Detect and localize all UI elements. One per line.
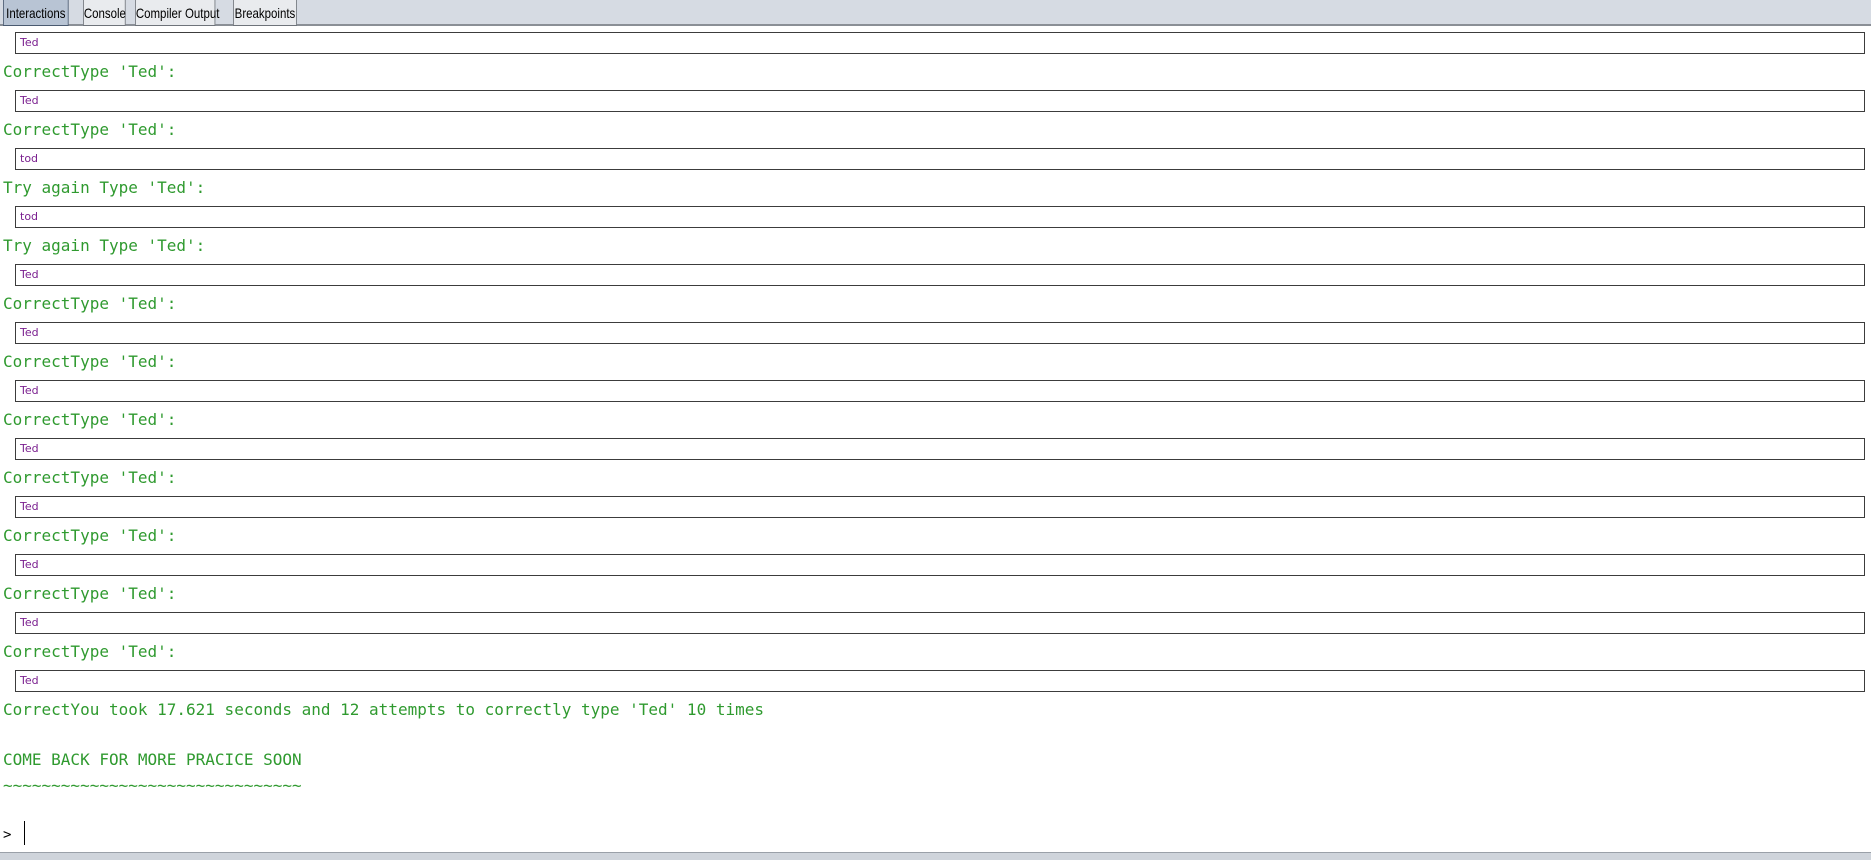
output-line: CorrectType 'Ted': (3, 120, 177, 139)
output-line: Try again Type 'Ted': (3, 236, 206, 255)
input-line: tod (15, 148, 1865, 170)
output-line: CorrectType 'Ted': (3, 642, 177, 661)
tilde-line: ~~~~~~~~~~~~~~~~~~~~~~~~~~~~~~~ (3, 776, 302, 795)
output-line: CorrectType 'Ted': (3, 468, 177, 487)
input-line: Ted (15, 670, 1865, 692)
tab-interactions[interactable]: Interactions (3, 0, 69, 26)
output-line: CorrectType 'Ted': (3, 584, 177, 603)
input-line: Ted (15, 496, 1865, 518)
output-line: CorrectType 'Ted': (3, 62, 177, 81)
input-line: tod (15, 206, 1865, 228)
pane-bottom-border (0, 852, 1871, 860)
input-line: Ted (15, 438, 1865, 460)
output-line: Try again Type 'Ted': (3, 178, 206, 197)
prompt-symbol: > (3, 827, 12, 843)
output-line: CorrectType 'Ted': (3, 526, 177, 545)
input-line: Ted (15, 322, 1865, 344)
input-line: Ted (15, 554, 1865, 576)
farewell-line: COME BACK FOR MORE PRACICE SOON (3, 750, 302, 769)
input-line: Ted (15, 32, 1865, 54)
tab-bar: Interactions Console Compiler Output Bre… (0, 0, 1871, 26)
tab-compiler-output[interactable]: Compiler Output (135, 0, 219, 26)
input-line: Ted (15, 612, 1865, 634)
output-line: CorrectType 'Ted': (3, 410, 177, 429)
tab-console[interactable]: Console (83, 0, 126, 26)
output-line: CorrectType 'Ted': (3, 294, 177, 313)
output-line: CorrectType 'Ted': (3, 352, 177, 371)
text-caret[interactable] (24, 821, 25, 845)
input-line: Ted (15, 380, 1865, 402)
input-line: Ted (15, 264, 1865, 286)
input-line: Ted (15, 90, 1865, 112)
tab-breakpoints[interactable]: Breakpoints (233, 0, 297, 26)
summary-line: CorrectYou took 17.621 seconds and 12 at… (3, 700, 764, 719)
